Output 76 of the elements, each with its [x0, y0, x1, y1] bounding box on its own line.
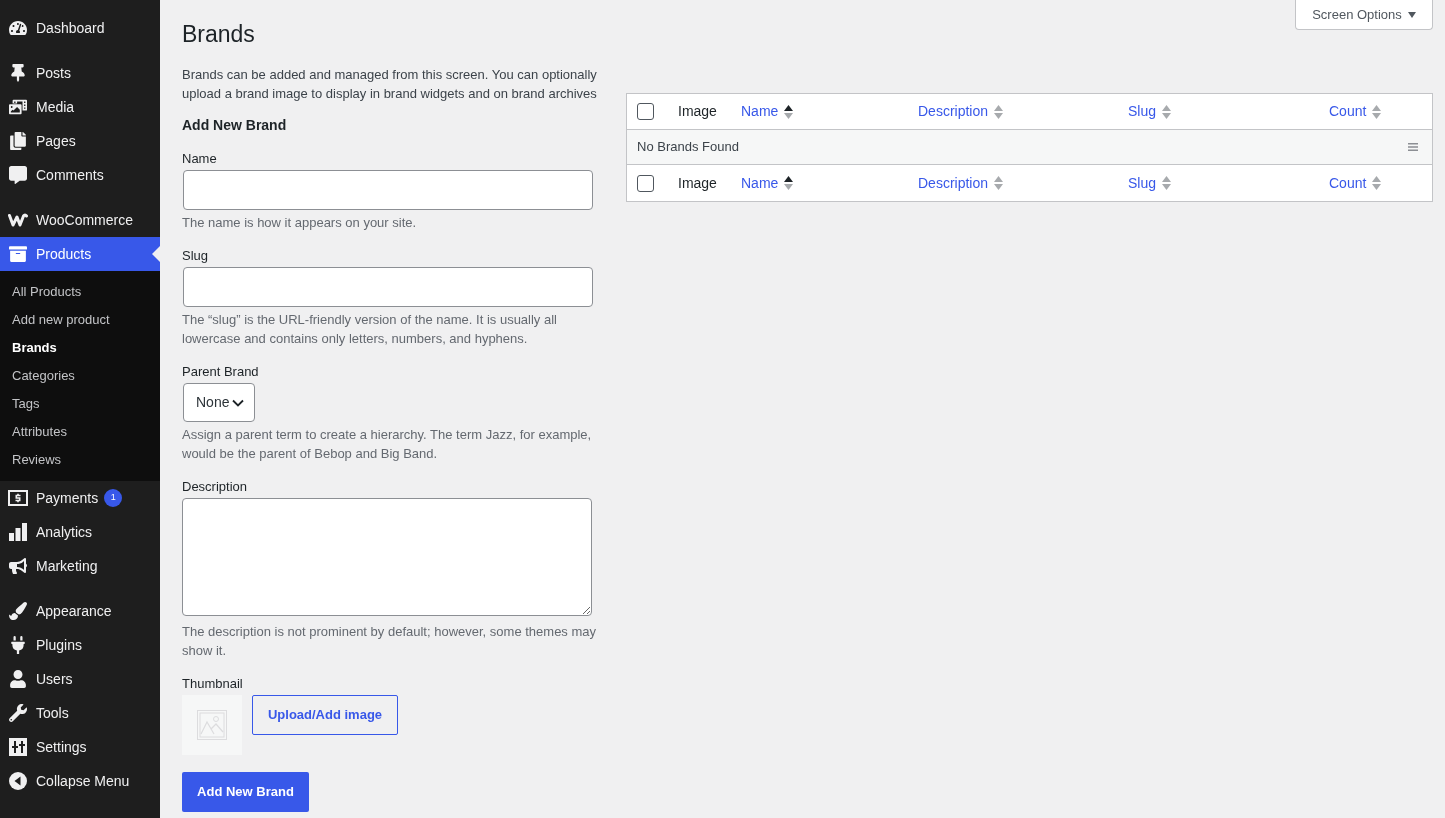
- checkbox[interactable]: [637, 174, 654, 192]
- empty-table-message: No Brands Found: [637, 138, 739, 157]
- sidebar-item[interactable]: Products: [0, 237, 160, 271]
- sortable-column-link[interactable]: Name: [741, 101, 794, 122]
- sortable-column-link[interactable]: Slug: [1128, 101, 1172, 122]
- screen-options-button[interactable]: Screen Options: [1295, 0, 1433, 30]
- sidebar-item[interactable]: Marketing: [0, 549, 160, 583]
- gauge-icon: [9, 19, 27, 37]
- collapse-menu-button[interactable]: Collapse Menu: [0, 764, 160, 798]
- add-new-brand-button[interactable]: Add New Brand: [182, 772, 309, 812]
- plug-icon: [9, 636, 27, 654]
- bar-chart-icon: [9, 523, 27, 541]
- wrench-icon: [9, 704, 27, 722]
- field-hint: Assign a parent term to create a hierarchy. The term Jazz, for example, would be the parent of Bebop and Big Band.: [182, 426, 593, 463]
- sortable-column-link[interactable]: Slug: [1128, 172, 1172, 194]
- sortable-column-link[interactable]: Name: [741, 172, 794, 194]
- sidebar-item[interactable]: Posts: [0, 56, 160, 90]
- chevron-down-icon: [232, 398, 245, 407]
- field-label: Name: [182, 150, 218, 168]
- submenu-item[interactable]: Brands: [0, 334, 160, 362]
- field-label: Slug: [182, 247, 210, 265]
- field-label: Parent Brand: [182, 363, 260, 381]
- sidebar-item[interactable]: Payments 1: [0, 481, 160, 515]
- sidebar-item[interactable]: Plugins: [0, 628, 160, 662]
- page-title: Brands: [182, 20, 255, 49]
- upload-image-button[interactable]: Upload/Add image: [252, 695, 398, 735]
- description-textarea[interactable]: [182, 498, 592, 616]
- sidebar-item[interactable]: Appearance: [0, 594, 160, 628]
- field-hint: The name is how it appears on your site.: [182, 214, 418, 232]
- sidebar-item[interactable]: Dashboard: [0, 11, 160, 45]
- paintbrush-icon: [9, 602, 27, 620]
- media-icon: [9, 98, 27, 116]
- pointer-icon: [152, 246, 160, 262]
- sidebar-item[interactable]: Tools: [0, 696, 160, 730]
- submenu-item[interactable]: All Products: [0, 278, 160, 306]
- logo-icon: [8, 213, 28, 227]
- archive-box-icon: [9, 245, 27, 263]
- sidebar-item[interactable]: Comments: [0, 158, 160, 192]
- text-input[interactable]: [183, 267, 593, 307]
- field-hint: The description is not prominent by default; however, some themes may show it.: [182, 623, 598, 660]
- count-badge: 1: [104, 489, 123, 507]
- form-heading: Add New Brand: [182, 116, 288, 135]
- field-label: Thumbnail: [182, 675, 244, 693]
- pin-icon: [9, 64, 27, 82]
- sidebar-item[interactable]: Media: [0, 90, 160, 124]
- submenu-item[interactable]: Attributes: [0, 418, 160, 446]
- sortable-column-link[interactable]: Count: [1329, 101, 1382, 122]
- megaphone-icon: [9, 557, 27, 575]
- sortable-column-link[interactable]: Description: [918, 172, 1004, 194]
- user-icon: [9, 670, 27, 688]
- sidebar-item[interactable]: Analytics: [0, 515, 160, 549]
- sidebar-item[interactable]: WooCommerce: [0, 203, 160, 237]
- submenu-item[interactable]: Categories: [0, 362, 160, 390]
- sidebar-item[interactable]: Settings: [0, 730, 160, 764]
- field-label: Description: [182, 478, 249, 496]
- parent-brand-select[interactable]: None: [183, 383, 255, 422]
- sidebar-item[interactable]: Users: [0, 662, 160, 696]
- intro-text: Brands can be added and managed from this screen. You can optionally upload a brand image to display in brand widgets and on brand archives: [182, 66, 598, 103]
- column-header: Image: [678, 102, 717, 121]
- comment-icon: [9, 166, 27, 184]
- sidebar-item[interactable]: Pages: [0, 124, 160, 158]
- pages-icon: [9, 132, 27, 150]
- submenu-item[interactable]: Add new product: [0, 306, 160, 334]
- submenu-item[interactable]: Tags: [0, 390, 160, 418]
- sliders-icon: [9, 738, 27, 756]
- sortable-column-link[interactable]: Description: [918, 101, 1004, 122]
- field-hint: The “slug” is the URL-friendly version of the name. It is usually all lowercase and contains only letters, numbers, and hyphens.: [182, 311, 558, 348]
- submenu-item[interactable]: Reviews: [0, 446, 160, 474]
- sortable-column-link[interactable]: Count: [1329, 172, 1382, 194]
- hamburger-icon: [1408, 143, 1418, 151]
- caret-down-icon: [1407, 11, 1416, 18]
- dollar-icon: [8, 490, 28, 506]
- image-placeholder-icon: [197, 710, 227, 740]
- text-input[interactable]: [183, 170, 593, 210]
- column-header: Image: [678, 173, 717, 193]
- checkbox[interactable]: [637, 103, 654, 120]
